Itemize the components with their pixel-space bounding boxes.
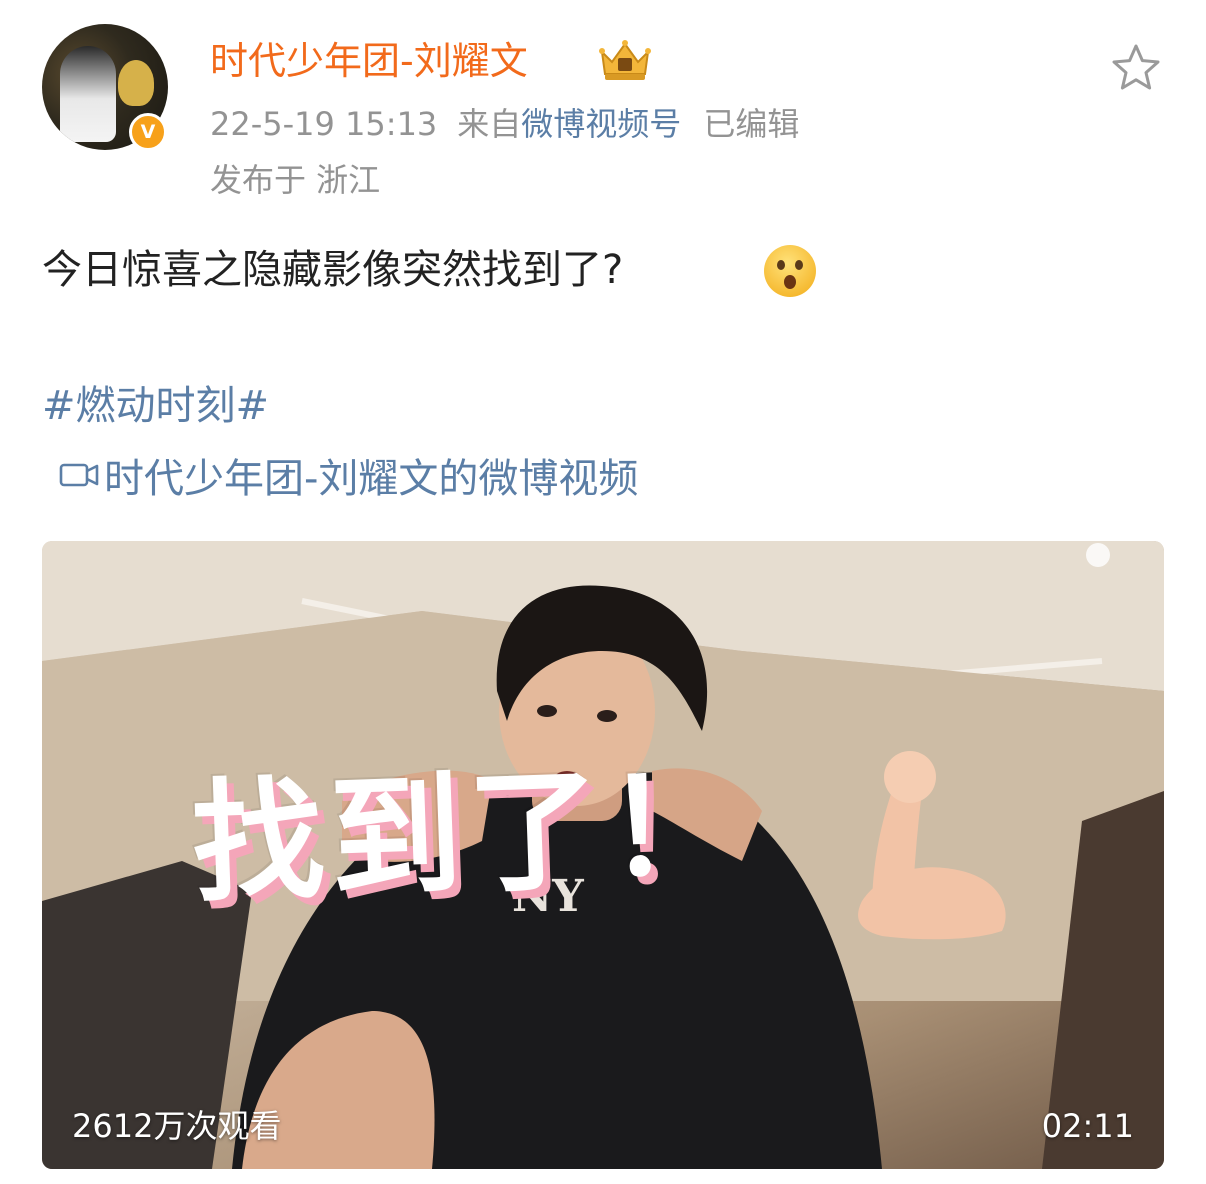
favorite-star-icon[interactable]	[1110, 42, 1162, 94]
video-camera-icon	[59, 463, 99, 487]
post-time: 22-5-19 15:13	[210, 105, 438, 143]
video-link-label: 时代少年团-刘耀文的微博视频	[104, 456, 639, 502]
post-location: 发布于 浙江	[210, 161, 381, 199]
video-view-count: 2612万次观看	[72, 1107, 282, 1145]
avatar-toy-image	[118, 60, 154, 106]
author-name[interactable]: 时代少年团-刘耀文	[210, 36, 528, 86]
video-link[interactable]: 时代少年团-刘耀文的微博视频	[58, 446, 638, 504]
source-prefix: 来自	[457, 105, 522, 143]
post-meta: 22-5-19 15:13 来自微博视频号 已编辑	[210, 102, 799, 146]
vip-crown-icon	[599, 40, 651, 80]
source-link[interactable]: 微博视频号	[521, 105, 681, 143]
video-overlay-caption: 找到了！	[189, 748, 747, 922]
avatar-person-image	[60, 46, 116, 142]
surprised-face-emoji	[764, 245, 816, 297]
video-duration: 02:11	[1041, 1107, 1134, 1145]
edited-label[interactable]: 已编辑	[703, 105, 799, 143]
post-text: 今日惊喜之隐藏影像突然找到了?	[42, 247, 624, 293]
verified-badge: V	[129, 113, 167, 151]
topic-hashtag-link[interactable]: #燃动时刻#	[42, 378, 269, 434]
